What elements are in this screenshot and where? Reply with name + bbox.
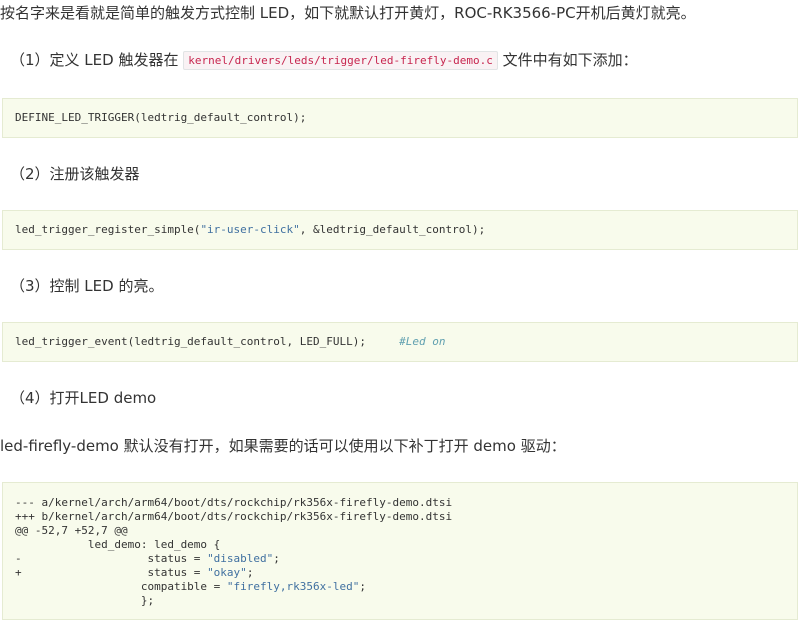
step1-text-before: （1）定义 LED 触发器在 (10, 51, 184, 69)
patch-line: @@ -52,7 +52,7 @@ (15, 524, 128, 537)
code-line: DEFINE_LED_TRIGGER(ledtrig_default_contr… (15, 111, 307, 124)
step1-text-after: 文件中有如下添加： (497, 51, 638, 69)
patch-line: compatible = "firefly,rk356x-led"; (15, 580, 785, 594)
code-text: ; (273, 552, 280, 565)
code-block-trigger-event: led_trigger_event(ledtrig_default_contro… (2, 322, 798, 362)
code-line: led_trigger_register_simple("ir-user-cli… (15, 223, 485, 237)
code-text: led_trigger_register_simple( (15, 223, 201, 236)
code-block-patch: --- a/kernel/arch/arm64/boot/dts/rockchi… (2, 482, 798, 620)
code-string: "ir-user-click" (200, 223, 300, 236)
patch-line: - status = "disabled"; (15, 552, 785, 566)
step4-heading: （4）打开LED demo (10, 389, 157, 407)
code-text: led_trigger_event(ledtrig_default_contro… (15, 335, 400, 348)
patch-line: + status = "okay"; (15, 566, 785, 580)
intro-paragraph: 按名字来是看就是简单的触发方式控制 LED，如下就默认打开黄灯，ROC-RK35… (0, 4, 696, 22)
code-text: ; (246, 566, 254, 579)
patch-line: led_demo: led_demo { (15, 538, 221, 551)
step3-heading: （3）控制 LED 的亮。 (10, 277, 164, 295)
code-string: "disabled" (207, 552, 274, 565)
code-string: "okay" (207, 566, 247, 579)
code-text: + status = (15, 566, 208, 579)
code-comment: #Led on (399, 335, 446, 348)
code-text: - status = (15, 552, 208, 565)
code-line: led_trigger_event(ledtrig_default_contro… (15, 335, 445, 349)
code-text: compatible = (15, 580, 227, 593)
patch-line: +++ b/kernel/arch/arm64/boot/dts/rockchi… (15, 510, 453, 523)
code-block-define-trigger: DEFINE_LED_TRIGGER(ledtrig_default_contr… (2, 98, 798, 138)
patch-line: --- a/kernel/arch/arm64/boot/dts/rockchi… (15, 496, 453, 509)
patch-line: }; (15, 594, 155, 607)
step2-heading: （2）注册该触发器 (10, 165, 140, 183)
code-block-register-trigger: led_trigger_register_simple("ir-user-cli… (2, 210, 798, 250)
step1-paragraph: （1）定义 LED 触发器在 kernel/drivers/leds/trigg… (10, 48, 800, 73)
code-text: , &ledtrig_default_control); (299, 223, 486, 236)
code-text: ; (359, 580, 366, 593)
code-string: "firefly,rk356x-led" (226, 580, 360, 593)
file-path-code: kernel/drivers/leds/trigger/led-firefly-… (183, 51, 498, 70)
patch-intro-paragraph: led-firefly-demo 默认没有打开，如果需要的话可以使用以下补丁打开… (0, 437, 566, 455)
